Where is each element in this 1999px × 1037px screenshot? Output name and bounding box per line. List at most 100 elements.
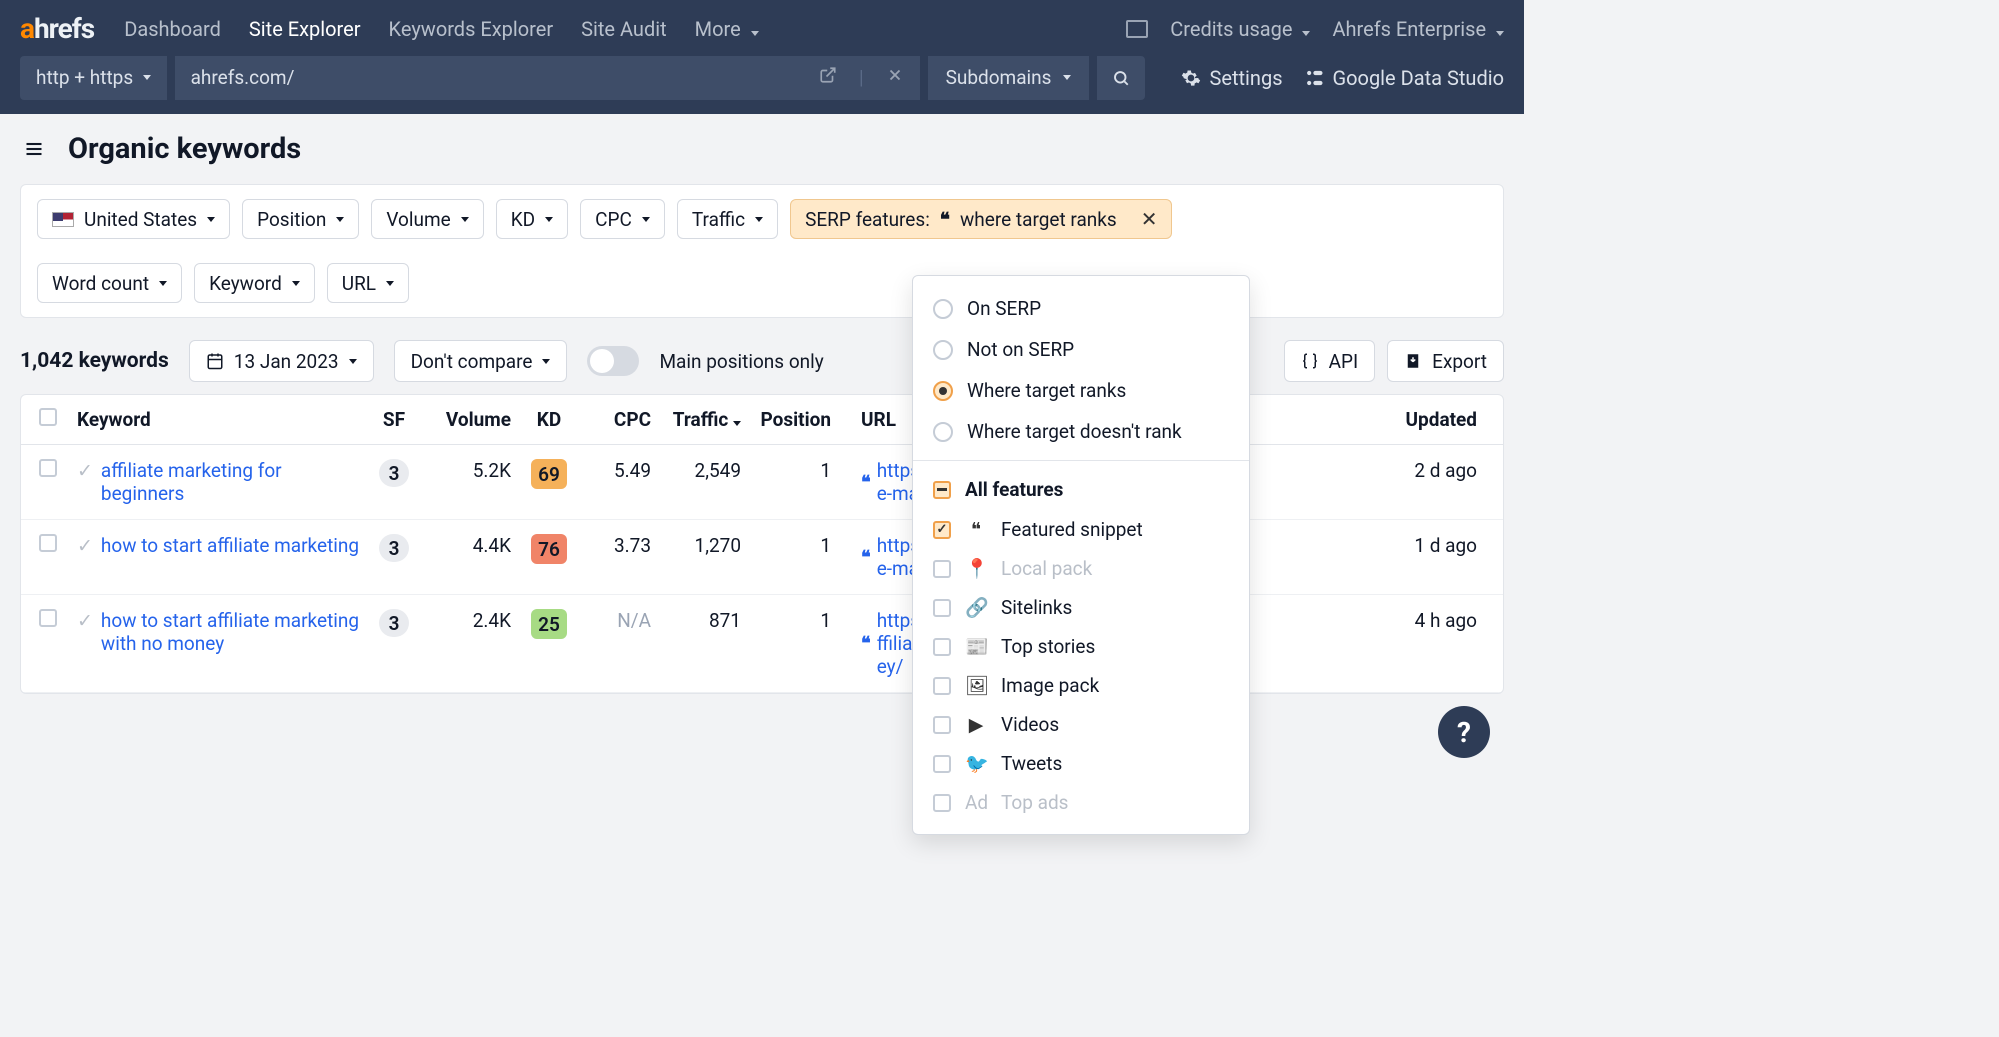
chevron-down-icon bbox=[755, 217, 763, 222]
feature-checkbox[interactable] bbox=[933, 755, 951, 773]
feature-option[interactable]: 🔗Sitelinks bbox=[913, 588, 1249, 627]
logo[interactable]: ahrefs bbox=[20, 12, 94, 45]
traffic-cell: 871 bbox=[659, 609, 749, 632]
compare-selector[interactable]: Don't compare bbox=[394, 340, 568, 382]
nav-account[interactable]: Ahrefs Enterprise bbox=[1332, 17, 1504, 41]
us-flag-icon bbox=[52, 212, 74, 227]
kd-badge: 25 bbox=[531, 609, 567, 639]
sub-bar: http + https ahrefs.com/ | Subdomains Se… bbox=[0, 57, 1524, 114]
menu-icon[interactable] bbox=[22, 139, 46, 159]
nav-dashboard[interactable]: Dashboard bbox=[124, 17, 221, 41]
traffic-cell: 2,549 bbox=[659, 459, 749, 482]
keyword-link[interactable]: affiliate marketing for beginners bbox=[101, 459, 361, 505]
feature-option[interactable]: 🐦Tweets bbox=[913, 744, 1249, 783]
nav-keywords-explorer[interactable]: Keywords Explorer bbox=[389, 17, 554, 41]
filter-keyword[interactable]: Keyword bbox=[194, 263, 315, 303]
sf-badge[interactable]: 3 bbox=[379, 609, 409, 637]
feature-option: 📍Local pack bbox=[913, 549, 1249, 588]
filter-serp-features[interactable]: SERP features: ❝ where target ranks ✕ bbox=[790, 199, 1172, 239]
feature-label: Top ads bbox=[1001, 791, 1069, 814]
feature-option[interactable]: 🖼Image pack bbox=[913, 666, 1249, 705]
filter-word-count[interactable]: Word count bbox=[37, 263, 182, 303]
chevron-down-icon bbox=[751, 31, 759, 36]
row-checkbox[interactable] bbox=[39, 609, 57, 627]
row-checkbox[interactable] bbox=[39, 459, 57, 477]
keyword-link[interactable]: how to start affiliate marketing bbox=[101, 534, 359, 557]
gds-link[interactable]: Google Data Studio bbox=[1305, 66, 1504, 90]
filter-position[interactable]: Position bbox=[242, 199, 359, 239]
tristate-checkbox[interactable] bbox=[933, 481, 951, 499]
filter-kd[interactable]: KD bbox=[496, 199, 568, 239]
th-volume[interactable]: Volume bbox=[419, 408, 519, 431]
api-button[interactable]: API bbox=[1284, 340, 1376, 382]
th-sf[interactable]: SF bbox=[369, 408, 419, 431]
protocol-selector[interactable]: http + https bbox=[20, 56, 167, 100]
chevron-down-icon bbox=[1496, 31, 1504, 36]
th-cpc[interactable]: CPC bbox=[579, 408, 659, 431]
filter-country[interactable]: United States bbox=[37, 199, 230, 239]
updated-cell: 1 d ago bbox=[1249, 534, 1493, 557]
gear-icon bbox=[1181, 68, 1201, 88]
feature-checkbox[interactable] bbox=[933, 521, 951, 539]
radio-option[interactable]: On SERP bbox=[913, 288, 1249, 329]
chevron-down-icon bbox=[349, 359, 357, 364]
filter-cpc[interactable]: CPC bbox=[580, 199, 665, 239]
scope-selector[interactable]: Subdomains bbox=[928, 56, 1090, 100]
export-button[interactable]: Export bbox=[1387, 340, 1504, 382]
table-row: ✓how to start affiliate marketing 3 4.4K… bbox=[21, 520, 1503, 595]
th-traffic[interactable]: Traffic bbox=[659, 408, 749, 431]
external-link-icon[interactable] bbox=[819, 66, 837, 84]
chevron-down-icon bbox=[542, 359, 550, 364]
position-cell: 1 bbox=[749, 459, 839, 482]
main-positions-toggle[interactable] bbox=[587, 346, 639, 376]
close-icon[interactable]: ✕ bbox=[1141, 207, 1158, 231]
close-icon[interactable] bbox=[886, 66, 904, 84]
divider bbox=[913, 460, 1249, 461]
search-button[interactable] bbox=[1097, 56, 1145, 100]
date-selector[interactable]: 13 Jan 2023 bbox=[189, 340, 374, 382]
th-updated[interactable]: Updated bbox=[1249, 408, 1493, 431]
nav-site-audit[interactable]: Site Audit bbox=[581, 17, 667, 41]
th-keyword[interactable]: Keyword bbox=[69, 408, 369, 431]
feature-option[interactable]: ❝Featured snippet bbox=[913, 510, 1249, 549]
feature-checkbox[interactable] bbox=[933, 677, 951, 695]
filter-volume[interactable]: Volume bbox=[371, 199, 483, 239]
radio-option[interactable]: Where target doesn't rank bbox=[913, 411, 1249, 452]
filter-traffic[interactable]: Traffic bbox=[677, 199, 778, 239]
url-value: ahrefs.com/ bbox=[191, 66, 295, 89]
radio-option[interactable]: Not on SERP bbox=[913, 329, 1249, 370]
keywords-table: Keyword SF Volume KD CPC Traffic Positio… bbox=[20, 394, 1504, 694]
volume-cell: 4.4K bbox=[419, 534, 519, 557]
th-position[interactable]: Position bbox=[749, 408, 839, 431]
chevron-down-icon bbox=[336, 217, 344, 222]
nav-more[interactable]: More bbox=[695, 17, 759, 41]
keyword-link[interactable]: how to start affiliate marketing with no… bbox=[101, 609, 361, 655]
feature-icon: 🔗 bbox=[965, 596, 987, 619]
settings-link[interactable]: Settings bbox=[1181, 66, 1282, 90]
filter-url[interactable]: URL bbox=[327, 263, 409, 303]
row-checkbox[interactable] bbox=[39, 534, 57, 552]
all-features-row[interactable]: All features bbox=[913, 469, 1249, 510]
screen-icon[interactable] bbox=[1126, 20, 1148, 38]
sf-badge[interactable]: 3 bbox=[379, 459, 409, 487]
radio-option[interactable]: Where target ranks bbox=[913, 370, 1249, 411]
nav-site-explorer[interactable]: Site Explorer bbox=[249, 17, 361, 41]
sf-badge[interactable]: 3 bbox=[379, 534, 409, 562]
url-input[interactable]: ahrefs.com/ | bbox=[175, 56, 920, 100]
feature-checkbox[interactable] bbox=[933, 638, 951, 656]
chevron-down-icon bbox=[207, 217, 215, 222]
radio-icon bbox=[933, 340, 953, 360]
feature-option[interactable]: 📰Top stories bbox=[913, 627, 1249, 666]
feature-checkbox[interactable] bbox=[933, 599, 951, 617]
chevron-down-icon bbox=[386, 281, 394, 286]
th-kd[interactable]: KD bbox=[519, 408, 579, 431]
feature-checkbox[interactable] bbox=[933, 716, 951, 734]
cpc-cell: 3.73 bbox=[579, 534, 659, 557]
feature-option[interactable]: ▶Videos bbox=[913, 705, 1249, 744]
nav-credits-usage[interactable]: Credits usage bbox=[1170, 17, 1310, 41]
select-all-checkbox[interactable] bbox=[39, 408, 57, 426]
feature-label: Top stories bbox=[1001, 635, 1095, 658]
help-button[interactable]: ? bbox=[1438, 706, 1490, 758]
filters-card: United States Position Volume KD CPC Tra… bbox=[20, 184, 1504, 318]
cpc-cell: N/A bbox=[579, 609, 659, 632]
